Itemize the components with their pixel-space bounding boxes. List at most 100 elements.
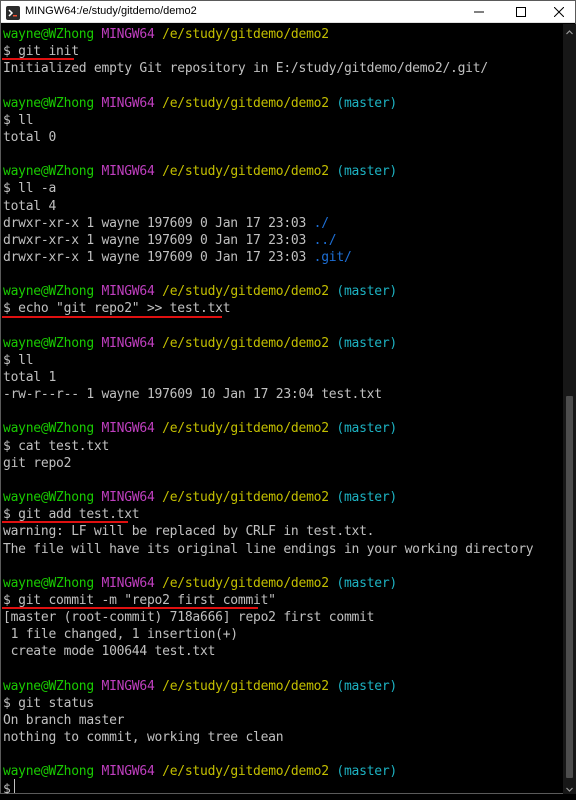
prompt-user: wayne@WZhong bbox=[3, 421, 94, 437]
output-line: On branch master bbox=[3, 713, 125, 728]
output-line: Initialized empty Git repository in E:/s… bbox=[3, 61, 488, 77]
prompt-path: /e/study/gitdemo/demo2 bbox=[162, 575, 329, 591]
prompt-host: MINGW64 bbox=[101, 490, 155, 506]
dir-entry-info: drwxr-xr-x 1 wayne 197609 0 Jan 17 23:03 bbox=[3, 249, 314, 265]
prompt-host: MINGW64 bbox=[101, 421, 155, 437]
prompt-user: wayne@WZhong bbox=[3, 678, 94, 694]
prompt-user: wayne@WZhong bbox=[3, 95, 94, 111]
maximize-button[interactable] bbox=[505, 1, 537, 23]
prompt-line: wayne@WZhong MINGW64 /e/study/gitdemo/de… bbox=[3, 678, 397, 695]
prompt-path: /e/study/gitdemo/demo2 bbox=[162, 490, 329, 506]
maximize-icon bbox=[516, 7, 526, 17]
prompt-user: wayne@WZhong bbox=[3, 27, 94, 42]
output-line: The file will have its original line end… bbox=[3, 541, 534, 557]
prompt-branch: (master) bbox=[336, 678, 398, 694]
scroll-up-button[interactable] bbox=[563, 24, 576, 37]
git-bash-icon bbox=[6, 5, 20, 20]
vertical-scrollbar[interactable] bbox=[563, 24, 576, 794]
output-line: warning: LF will be replaced by CRLF in … bbox=[3, 524, 375, 540]
output-line: create mode 100644 test.txt bbox=[3, 644, 216, 660]
prompt-host: MINGW64 bbox=[101, 164, 155, 180]
prompt-host: MINGW64 bbox=[101, 27, 155, 42]
underline-git-init bbox=[2, 58, 74, 60]
close-icon bbox=[554, 7, 564, 17]
prompt-branch: (master) bbox=[336, 421, 398, 437]
chevron-down-icon bbox=[566, 787, 573, 792]
command-line: $ cat test.txt bbox=[3, 438, 110, 454]
prompt-path: /e/study/gitdemo/demo2 bbox=[162, 284, 329, 300]
prompt-line: wayne@WZhong MINGW64 /e/study/gitdemo/de… bbox=[3, 283, 397, 300]
dir-listing-line: drwxr-xr-x 1 wayne 197609 0 Jan 17 23:03… bbox=[3, 215, 329, 232]
output-line: nothing to commit, working tree clean bbox=[3, 730, 284, 746]
scroll-down-button[interactable] bbox=[563, 781, 576, 794]
dir-entry-info: drwxr-xr-x 1 wayne 197609 0 Jan 17 23:03 bbox=[3, 215, 314, 231]
underline-git-commit bbox=[2, 607, 258, 609]
prompt-path: /e/study/gitdemo/demo2 bbox=[162, 764, 329, 780]
prompt-line: wayne@WZhong MINGW64 /e/study/gitdemo/de… bbox=[3, 575, 397, 592]
prompt-user: wayne@WZhong bbox=[3, 335, 94, 351]
prompt-path: /e/study/gitdemo/demo2 bbox=[162, 164, 329, 180]
prompt-host: MINGW64 bbox=[101, 575, 155, 591]
dir-listing-line: drwxr-xr-x 1 wayne 197609 0 Jan 17 23:03… bbox=[3, 232, 337, 249]
command-line: $ ll -a bbox=[3, 181, 57, 197]
prompt-line: wayne@WZhong MINGW64 /e/study/gitdemo/de… bbox=[3, 163, 397, 180]
prompt-branch: (master) bbox=[336, 335, 398, 351]
prompt-user: wayne@WZhong bbox=[3, 284, 94, 300]
output-line: total 0 bbox=[3, 129, 57, 145]
prompt-path: /e/study/gitdemo/demo2 bbox=[162, 335, 329, 351]
prompt-line: wayne@WZhong MINGW64 /e/study/gitdemo/de… bbox=[3, 26, 329, 43]
prompt-user: wayne@WZhong bbox=[3, 575, 94, 591]
prompt-user: wayne@WZhong bbox=[3, 490, 94, 506]
command-line: $ ll bbox=[3, 112, 34, 128]
prompt-host: MINGW64 bbox=[101, 284, 155, 300]
prompt-path: /e/study/gitdemo/demo2 bbox=[162, 421, 329, 437]
dir-entry-name: .git/ bbox=[313, 249, 352, 265]
command-line: $ git status bbox=[3, 695, 94, 711]
command-line: $ bbox=[3, 781, 19, 794]
chevron-up-icon bbox=[566, 30, 573, 35]
prompt-line: wayne@WZhong MINGW64 /e/study/gitdemo/de… bbox=[3, 95, 397, 112]
prompt-branch: (master) bbox=[336, 490, 398, 506]
close-button[interactable] bbox=[543, 1, 575, 23]
prompt-line: wayne@WZhong MINGW64 /e/study/gitdemo/de… bbox=[3, 335, 397, 352]
output-line: total 4 bbox=[3, 198, 57, 214]
command-line: $ echo "git repo2" >> test.txt bbox=[3, 301, 231, 317]
terminal-output[interactable]: wayne@WZhong MINGW64 /e/study/gitdemo/de… bbox=[1, 24, 563, 794]
prompt-user: wayne@WZhong bbox=[3, 764, 94, 780]
output-line: -rw-r--r-- 1 wayne 197609 10 Jan 17 23:0… bbox=[3, 387, 382, 403]
output-line: [master (root-commit) 718a666] repo2 fir… bbox=[3, 610, 375, 626]
prompt-branch: (master) bbox=[336, 764, 398, 780]
window-title: MINGW64:/e/study/gitdemo/demo2 bbox=[25, 5, 197, 17]
title-bar[interactable]: MINGW64:/e/study/gitdemo/demo2 bbox=[1, 1, 575, 23]
prompt-host: MINGW64 bbox=[101, 764, 155, 780]
prompt-line: wayne@WZhong MINGW64 /e/study/gitdemo/de… bbox=[3, 489, 397, 506]
prompt-line: wayne@WZhong MINGW64 /e/study/gitdemo/de… bbox=[3, 420, 397, 437]
prompt-path: /e/study/gitdemo/demo2 bbox=[162, 27, 329, 42]
prompt-path: /e/study/gitdemo/demo2 bbox=[162, 95, 329, 111]
prompt-path: /e/study/gitdemo/demo2 bbox=[162, 678, 329, 694]
output-line: git repo2 bbox=[3, 455, 72, 471]
terminal-window: MINGW64:/e/study/gitdemo/demo2 wayne@WZh… bbox=[0, 0, 576, 794]
prompt-host: MINGW64 bbox=[101, 95, 155, 111]
minimize-button[interactable] bbox=[463, 1, 495, 23]
prompt-branch: (master) bbox=[336, 164, 398, 180]
output-line: 1 file changed, 1 insertion(+) bbox=[3, 627, 239, 643]
prompt-host: MINGW64 bbox=[101, 678, 155, 694]
prompt-branch: (master) bbox=[336, 575, 398, 591]
prompt-host: MINGW64 bbox=[101, 335, 155, 351]
prompt-branch: (master) bbox=[336, 95, 398, 111]
dir-entry-name: ./ bbox=[313, 215, 329, 231]
scrollbar-thumb[interactable] bbox=[566, 396, 573, 778]
output-line: total 1 bbox=[3, 370, 57, 385]
underline-echo bbox=[2, 316, 222, 318]
dir-entry-info: drwxr-xr-x 1 wayne 197609 0 Jan 17 23:03 bbox=[3, 232, 314, 248]
minimize-icon bbox=[474, 11, 484, 13]
dir-entry-name: ../ bbox=[313, 232, 337, 248]
prompt-branch: (master) bbox=[336, 284, 398, 300]
prompt-line: wayne@WZhong MINGW64 /e/study/gitdemo/de… bbox=[3, 763, 397, 780]
command-line: $ ll bbox=[3, 352, 34, 368]
underline-git-add bbox=[2, 521, 128, 523]
text-cursor bbox=[14, 779, 15, 793]
dir-listing-line: drwxr-xr-x 1 wayne 197609 0 Jan 17 23:03… bbox=[3, 249, 352, 266]
prompt-user: wayne@WZhong bbox=[3, 164, 94, 180]
